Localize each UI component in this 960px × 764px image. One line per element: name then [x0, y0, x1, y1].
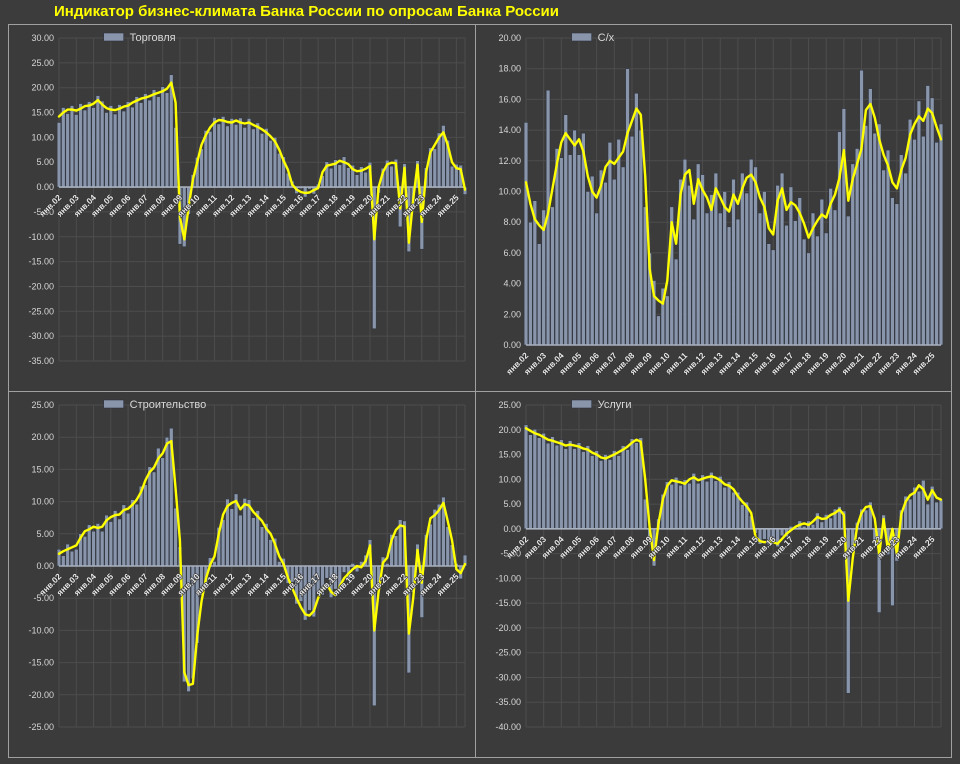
svg-text:-35.00: -35.00 — [28, 356, 54, 366]
svg-text:20.00: 20.00 — [498, 33, 521, 43]
svg-text:10.00: 10.00 — [31, 132, 54, 142]
svg-text:20.00: 20.00 — [498, 425, 521, 435]
svg-text:-20.00: -20.00 — [28, 690, 54, 700]
svg-text:Торговля: Торговля — [130, 32, 176, 44]
svg-text:-30.00: -30.00 — [28, 331, 54, 341]
chart-panel-trade: 30.00 25.00 20.00 15.00 10.00 5.00 0.00 -5.00 -1… — [9, 25, 475, 391]
svg-text:-40.00: -40.00 — [495, 722, 521, 732]
svg-text:6.00: 6.00 — [503, 248, 521, 258]
svg-text:-20.00: -20.00 — [495, 623, 521, 633]
svg-text:15.00: 15.00 — [31, 464, 54, 474]
svg-text:2.00: 2.00 — [503, 309, 521, 319]
svg-text:-25.00: -25.00 — [28, 722, 54, 732]
svg-text:8.00: 8.00 — [503, 217, 521, 227]
svg-text:15.00: 15.00 — [31, 108, 54, 118]
svg-text:10.00: 10.00 — [31, 497, 54, 507]
svg-text:-15.00: -15.00 — [495, 598, 521, 608]
svg-text:-35.00: -35.00 — [495, 697, 521, 707]
svg-text:15.00: 15.00 — [498, 450, 521, 460]
svg-text:-15.00: -15.00 — [28, 658, 54, 668]
svg-text:25.00: 25.00 — [31, 400, 54, 410]
svg-text:5.00: 5.00 — [503, 499, 521, 509]
svg-text:10.00: 10.00 — [498, 187, 521, 197]
svg-text:25.00: 25.00 — [498, 400, 521, 410]
svg-text:-10.00: -10.00 — [28, 625, 54, 635]
chart-panel-services: 25.00 20.00 15.00 10.00 5.00 0.00 -5.00 -10.00-… — [476, 392, 951, 757]
page-title: Индикатор бизнес-климата Банка России по… — [54, 3, 559, 20]
svg-text:0.00: 0.00 — [36, 561, 54, 571]
svg-text:0.00: 0.00 — [503, 340, 521, 350]
svg-text:-25.00: -25.00 — [28, 306, 54, 316]
svg-text:Услуги: Услуги — [598, 399, 632, 411]
svg-text:12.00: 12.00 — [498, 156, 521, 166]
svg-text:-10.00: -10.00 — [495, 573, 521, 583]
chart-trade-svg: 30.0025.0020.0015.0010.005.000.00-5.00-1… — [28, 32, 468, 366]
svg-text:-15.00: -15.00 — [28, 257, 54, 267]
chart-agriculture-svg: 20.00 18.00 16.00 14.00 12.00 10.00 8.00 6.00 4.… — [498, 32, 944, 377]
svg-text:-10.00: -10.00 — [28, 232, 54, 242]
svg-text:25.00: 25.00 — [31, 58, 54, 68]
chart-panel-construction: 25.00 20.00 15.00 10.00 5.00 0.00 -5.00 -10.00-… — [9, 392, 475, 757]
svg-text:20.00: 20.00 — [31, 83, 54, 93]
svg-text:Строительство: Строительство — [130, 399, 207, 411]
excel-chart-sheet: { "title": "Индикатор бизнес-климата Бан… — [0, 0, 960, 764]
chart-construction-svg: 25.0020.0015.0010.005.000.00-5.00-10.00-… — [28, 399, 468, 732]
svg-text:14.00: 14.00 — [498, 125, 521, 135]
svg-text:10.00: 10.00 — [498, 474, 521, 484]
svg-text:-20.00: -20.00 — [28, 281, 54, 291]
chart-services-svg: 25.0020.0015.0010.005.000.00-5.00-10.00-… — [495, 399, 944, 732]
svg-text:0.00: 0.00 — [503, 524, 521, 534]
svg-text:18.00: 18.00 — [498, 64, 521, 74]
svg-text:5.00: 5.00 — [36, 157, 54, 167]
svg-text:-25.00: -25.00 — [495, 648, 521, 658]
svg-text:4.00: 4.00 — [503, 279, 521, 289]
svg-text:0.00: 0.00 — [36, 182, 54, 192]
svg-text:20.00: 20.00 — [31, 432, 54, 442]
svg-text:16.00: 16.00 — [498, 94, 521, 104]
chart-panel-agriculture: 20.00 18.00 16.00 14.00 12.00 10.00 8.00 6.00 4.… — [476, 25, 951, 391]
svg-text:5.00: 5.00 — [36, 529, 54, 539]
svg-text:С/х: С/х — [598, 32, 615, 44]
charts-grid: 30.00 25.00 20.00 15.00 10.00 5.00 0.00 -5.00 -1… — [8, 24, 952, 758]
svg-text:30.00: 30.00 — [31, 33, 54, 43]
svg-text:-30.00: -30.00 — [495, 672, 521, 682]
